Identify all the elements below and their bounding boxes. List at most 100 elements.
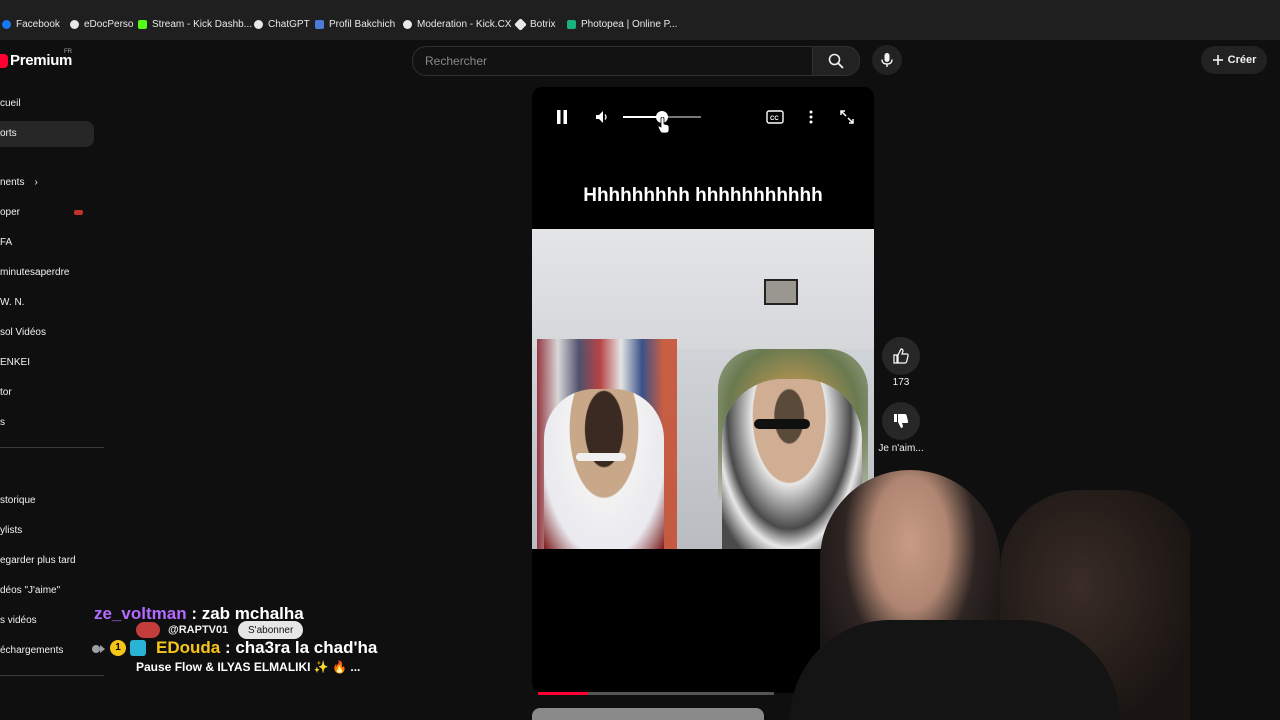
sidebar-item-channel[interactable]: tor (0, 387, 12, 398)
sidebar-item-label: s vidéos (0, 615, 37, 626)
sidebar-item-channel[interactable]: sol Vidéos (0, 327, 46, 338)
voice-search-button[interactable] (872, 45, 902, 75)
subscribe-label: S'abonner (248, 624, 294, 636)
sidebar-item-label: nents (0, 177, 25, 188)
bookmark-kick-dashboard[interactable]: Stream - Kick Dashb... (138, 15, 252, 33)
bookmark-label: Moderation - Kick.CX (417, 18, 512, 30)
kick-icon (138, 19, 147, 29)
channel-avatar (136, 622, 160, 638)
chat-username: EDouda (156, 638, 221, 657)
sidebar-item-label: egarder plus tard (0, 555, 76, 566)
sidebar-item-abonnements[interactable]: nents › (0, 177, 38, 188)
sidebar-item-accueil[interactable]: cueil (0, 98, 21, 109)
sidebar-item-downloads[interactable]: échargements (0, 645, 63, 656)
bookmark-edocperso[interactable]: eDocPerso (70, 15, 133, 33)
chevron-right-icon: › (34, 177, 38, 188)
sidebar-item-label: orts (0, 128, 17, 139)
sidebar-item-label: échargements (0, 645, 64, 656)
video-caption: Hhhhhhhhh hhhhhhhhhhh (583, 185, 823, 206)
sidebar: cueil orts nents › oper FA minutesaperdr… (0, 86, 110, 720)
dislike-button[interactable] (882, 402, 920, 440)
captions-button[interactable]: CC (764, 108, 786, 126)
volume-button[interactable] (592, 107, 612, 127)
sidebar-item-channel[interactable]: minutesaperdre (0, 267, 69, 278)
thumbs-down-icon (894, 414, 909, 428)
sidebar-item-label: FA (0, 237, 13, 248)
sidebar-item-label: W. N. (0, 297, 25, 308)
sidebar-item-channel[interactable]: W. N. (0, 297, 24, 308)
now-playing-title: Pause Flow & ILYAS ELMALIKI ✨ 🔥 ... (136, 660, 361, 674)
sidebar-item-label: oper (0, 207, 21, 218)
facebook-icon (2, 19, 11, 29)
sidebar-item-channel[interactable]: FA (0, 237, 12, 248)
sidebar-item-channel[interactable]: oper (0, 207, 83, 218)
next-short-preview[interactable] (532, 708, 764, 720)
svg-text:CC: CC (770, 116, 779, 122)
sidebar-item-label: ENKEI (0, 357, 31, 368)
bookmarks-bar: Facebook eDocPerso Stream - Kick Dashb..… (0, 0, 1280, 41)
bakchich-icon (315, 19, 324, 29)
mouse-cursor-icon (657, 116, 670, 134)
search-placeholder: Rechercher (425, 54, 488, 68)
thumbs-up-icon (893, 348, 909, 364)
chat-message: EDouda : cha3ra la chad'ha (156, 638, 377, 658)
sidebar-item-liked-videos[interactable]: déos "J'aime" (0, 585, 60, 596)
subscribe-button[interactable]: S'abonner (238, 621, 304, 639)
youtube-premium-logo[interactable]: Premium FR (0, 49, 72, 69)
sidebar-item-your-videos[interactable]: s vidéos (0, 615, 37, 626)
more-options-button[interactable] (801, 107, 821, 127)
sidebar-divider (0, 447, 104, 448)
search-button[interactable] (812, 46, 860, 76)
sidebar-item-label: ylists (0, 525, 23, 536)
sidebar-item-label: sol Vidéos (0, 327, 46, 338)
logo-region: FR (64, 49, 72, 55)
microphone-icon (881, 53, 893, 67)
video-progress-fill (538, 692, 588, 695)
chatgpt-icon (254, 19, 263, 29)
bookmark-moderation[interactable]: Moderation - Kick.CX (403, 15, 511, 33)
subscriber-badge-icon (130, 640, 146, 656)
globe-icon (70, 19, 79, 29)
chat-text: : cha3ra la chad'ha (220, 638, 378, 657)
chat-username: ze_voltman (94, 604, 187, 623)
fullscreen-icon (840, 110, 854, 124)
pause-button[interactable] (552, 107, 572, 127)
sidebar-item-label: minutesaperdre (0, 267, 70, 278)
channel-handle: @RAPTV01 (168, 624, 229, 636)
sidebar-divider (0, 675, 104, 676)
dislike-label: Je n'aim... (878, 443, 924, 454)
volume-icon (596, 111, 607, 123)
sidebar-item-historique[interactable]: storique (0, 495, 36, 506)
bookmark-chatgpt[interactable]: ChatGPT (254, 15, 310, 33)
bookmark-botrix[interactable]: Botrix (514, 15, 556, 33)
closed-captions-icon: CC (766, 110, 784, 124)
streamer-webcam (770, 470, 1190, 720)
plus-icon (1212, 55, 1223, 65)
sidebar-item-label: storique (0, 495, 36, 506)
sidebar-item-shorts[interactable]: orts (0, 121, 94, 147)
badge-icon (90, 642, 106, 654)
live-indicator-icon (74, 210, 83, 215)
sidebar-item-watch-later[interactable]: egarder plus tard (0, 555, 76, 566)
pause-icon (557, 110, 567, 124)
bookmark-facebook[interactable]: Facebook (2, 15, 60, 33)
fullscreen-button[interactable] (837, 107, 857, 127)
youtube-logo-icon (0, 53, 8, 68)
bookmark-photopea[interactable]: Photopea | Online P... (567, 15, 677, 33)
bookmark-label: Facebook (16, 18, 60, 30)
bookmark-label: ChatGPT (268, 18, 310, 30)
sidebar-item-label: déos "J'aime" (0, 585, 61, 596)
sidebar-item-show-more[interactable]: s (0, 417, 5, 428)
like-count: 173 (892, 377, 910, 388)
moderation-icon (403, 19, 412, 29)
sidebar-item-channel[interactable]: ENKEI (0, 357, 30, 368)
search-input[interactable]: Rechercher (412, 46, 814, 76)
bookmark-profil-bakchich[interactable]: Profil Bakchich (315, 15, 395, 33)
create-label: Créer (1227, 54, 1257, 66)
like-button[interactable] (882, 337, 920, 375)
sidebar-item-playlists[interactable]: ylists (0, 525, 22, 536)
create-button[interactable]: Créer (1201, 46, 1267, 74)
bookmark-label: Photopea | Online P... (581, 18, 678, 30)
sidebar-item-label: tor (0, 387, 12, 398)
bookmark-label: Profil Bakchich (329, 18, 396, 30)
